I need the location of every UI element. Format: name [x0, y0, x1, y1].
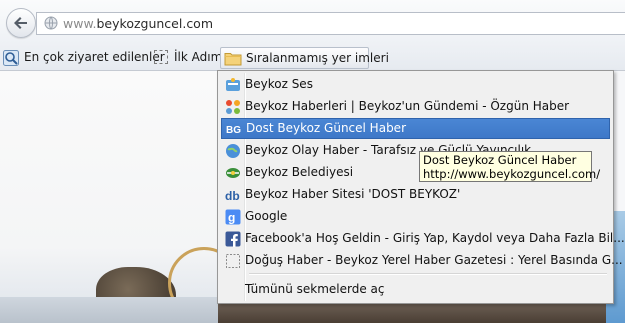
page-ground-image — [0, 297, 218, 323]
navigation-bar: www.beykozguncel.com — [0, 0, 625, 44]
bookmark-tooltip: Dost Beykoz Güncel Haber http://www.beyk… — [419, 151, 601, 182]
menu-item-label: Beykoz Haber Sitesi 'DOST BEYKOZ' — [245, 187, 461, 201]
url-text: www.beykozguncel.com — [63, 16, 213, 31]
menu-item-label: Beykoz Belediyesi — [245, 165, 354, 179]
bg-favicon: BG — [226, 125, 241, 136]
svg-text:db: db — [225, 189, 240, 203]
tooltip-title: Dost Beykoz Güncel Haber — [423, 153, 577, 167]
menu-item-facebook[interactable]: Facebook'a Hoş Geldin - Giriş Yap, Kaydo… — [221, 228, 625, 249]
most-visited-icon — [3, 50, 19, 66]
menu-item-dogus-haber[interactable]: Doğuş Haber - Beykoz Yerel Haber Gazetes… — [221, 250, 623, 271]
url-prefix: www. — [63, 16, 97, 31]
db-favicon: db — [225, 189, 240, 203]
bookmark-most-visited[interactable]: En çok ziyaret edilenler — [0, 47, 165, 67]
tooltip-url: http://www.beykozguncel.com/ — [423, 167, 601, 181]
google-favicon: g — [225, 209, 241, 225]
menu-item-label: Tümünü sekmelerde aç — [245, 282, 385, 296]
menu-item-label: Facebook'a Hoş Geldin - Giriş Yap, Kaydo… — [245, 231, 625, 245]
svg-text:g: g — [228, 211, 235, 225]
joomla-favicon — [226, 100, 240, 114]
menu-item-google[interactable]: g Google — [221, 206, 610, 227]
bookmarks-toolbar: En çok ziyaret edilenler İlk Adım Sırala… — [0, 44, 625, 71]
globe-favicon — [226, 144, 240, 158]
beykoz-ses-favicon — [226, 78, 240, 91]
menu-item-label: Doğuş Haber - Beykoz Yerel Haber Gazetes… — [245, 253, 623, 267]
bookmark-label: İlk Adım — [174, 50, 223, 64]
url-domain: beykozguncel.com — [96, 16, 214, 31]
blank-page-favicon — [226, 254, 240, 268]
bookmark-ilk-adim[interactable]: İlk Adım — [150, 47, 223, 67]
menu-item-label: Google — [245, 209, 288, 223]
facebook-favicon — [225, 231, 241, 247]
menu-item-label: Dost Beykoz Güncel Haber — [246, 121, 406, 135]
menu-item-dost-beykoz[interactable]: db Beykoz Haber Sitesi 'DOST BEYKOZ' — [221, 184, 610, 205]
bookmark-label: En çok ziyaret edilenler — [24, 50, 165, 64]
back-arrow-icon — [14, 17, 27, 29]
back-button[interactable] — [6, 8, 36, 38]
svg-text:BG: BG — [226, 125, 241, 136]
belediye-favicon — [226, 168, 240, 178]
menu-separator — [249, 273, 607, 275]
globe-icon — [44, 16, 58, 30]
bookmark-unsorted-folder[interactable]: Sıralanmamış yer imleri — [220, 47, 389, 69]
menu-item-beykoz-ses[interactable]: Beykoz Ses — [221, 74, 610, 95]
bookmarks-dropdown-menu: Beykoz Ses Beykoz Haberleri | Beykoz'un … — [217, 70, 625, 304]
menu-item-beykoz-haberleri[interactable]: Beykoz Haberleri | Beykoz'un Gündemi - Ö… — [221, 96, 610, 117]
bookmark-label: Sıralanmamış yer imleri — [246, 51, 389, 65]
url-bar[interactable]: www.beykozguncel.com — [36, 12, 625, 35]
menu-item-dost-beykoz-guncel[interactable]: BG Dost Beykoz Güncel Haber — [221, 118, 610, 139]
menu-item-open-all-in-tabs[interactable]: Tümünü sekmelerde aç — [221, 279, 610, 300]
menu-item-label: Beykoz Ses — [245, 77, 313, 91]
page-bottom-image — [218, 303, 606, 323]
separator-icon — [154, 50, 168, 64]
menu-item-label: Beykoz Haberleri | Beykoz'un Gündemi - Ö… — [245, 99, 570, 113]
folder-icon — [224, 53, 242, 66]
